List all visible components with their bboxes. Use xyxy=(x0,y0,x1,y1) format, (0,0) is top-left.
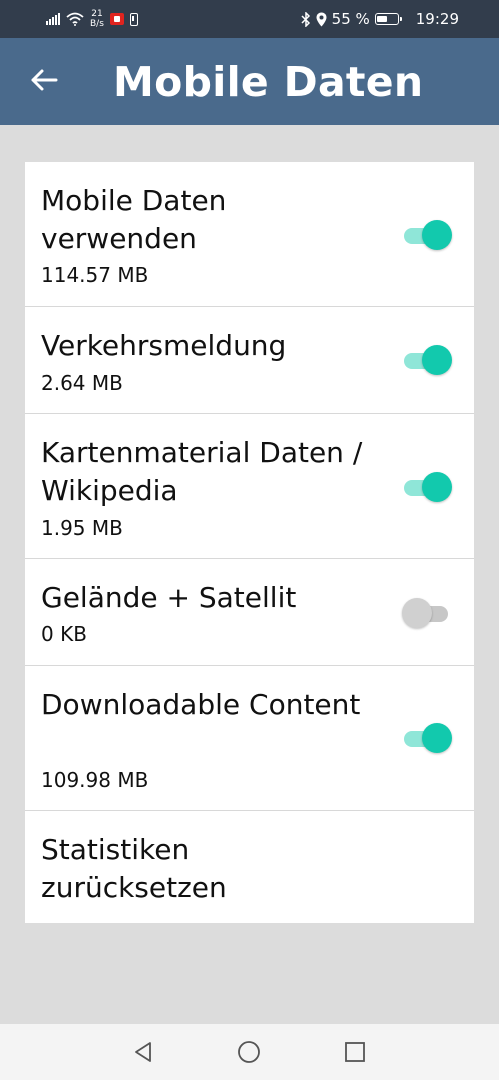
status-bar: 21 B/s 55 % 19:29 xyxy=(0,0,499,38)
setting-title: Statistiken zurücksetzen xyxy=(41,833,227,904)
toggle-knob xyxy=(422,472,452,502)
setting-row-downloadable[interactable]: Downloadable Content 109.98 MB xyxy=(25,666,474,811)
setting-subtitle: 109.98 MB xyxy=(41,768,149,792)
toggle-switch-terrain[interactable] xyxy=(402,597,454,629)
setting-subtitle: 114.57 MB xyxy=(41,263,149,287)
location-icon xyxy=(316,12,327,26)
notification-icon xyxy=(109,13,124,25)
bluetooth-icon xyxy=(301,11,310,27)
toggle-switch-traffic[interactable] xyxy=(402,344,454,376)
toggle-knob xyxy=(422,345,452,375)
setting-row-map-data[interactable]: Kartenmaterial Daten / Wikipedia 1.95 MB xyxy=(25,414,474,559)
toggle-knob xyxy=(422,723,452,753)
network-speed-value: 21 xyxy=(91,9,103,19)
setting-subtitle: 1.95 MB xyxy=(41,516,123,540)
toggle-knob xyxy=(402,598,432,628)
page-title: Mobile Daten xyxy=(113,58,424,106)
home-circle-icon xyxy=(238,1041,260,1063)
battery-icon xyxy=(374,13,402,25)
wifi-icon xyxy=(66,12,84,26)
setting-title: Gelände + Satellit xyxy=(41,581,297,614)
toggle-switch-mobile-data[interactable] xyxy=(402,219,454,251)
battery-notification-icon xyxy=(129,12,138,26)
setting-title: Mobile Daten verwenden xyxy=(41,184,227,255)
status-bar-right: 55 % 19:29 xyxy=(301,0,459,38)
setting-subtitle: 0 KB xyxy=(41,622,87,646)
app-bar: Mobile Daten xyxy=(0,38,499,125)
clock: 19:29 xyxy=(415,10,459,28)
setting-title: Downloadable Content xyxy=(41,688,361,721)
status-bar-left: 21 B/s xyxy=(46,0,138,38)
back-button[interactable] xyxy=(22,58,66,102)
settings-card: Mobile Daten verwenden 114.57 MB Verkehr… xyxy=(25,162,474,923)
network-speed-unit: B/s xyxy=(90,19,104,29)
recents-square-icon xyxy=(345,1042,365,1062)
navigation-bar xyxy=(0,1024,499,1080)
setting-row-mobile-data[interactable]: Mobile Daten verwenden 114.57 MB xyxy=(25,162,474,307)
setting-row-traffic[interactable]: Verkehrsmeldung 2.64 MB xyxy=(25,307,474,414)
setting-subtitle: 2.64 MB xyxy=(41,371,123,395)
arrow-left-icon xyxy=(31,69,58,91)
network-speed: 21 B/s xyxy=(90,9,104,29)
nav-back-button[interactable] xyxy=(127,1036,159,1068)
reset-statistics-button[interactable]: Statistiken zurücksetzen xyxy=(25,811,474,923)
nav-recents-button[interactable] xyxy=(339,1036,371,1068)
nav-home-button[interactable] xyxy=(233,1036,265,1068)
back-triangle-icon xyxy=(135,1042,151,1062)
battery-percent: 55 % xyxy=(331,10,370,28)
setting-row-terrain[interactable]: Gelände + Satellit 0 KB xyxy=(25,559,474,666)
signal-icon xyxy=(46,13,60,25)
toggle-knob xyxy=(422,220,452,250)
toggle-switch-downloadable[interactable] xyxy=(402,722,454,754)
battery-fill xyxy=(377,15,388,22)
setting-title: Kartenmaterial Daten / Wikipedia xyxy=(41,436,363,507)
setting-title: Verkehrsmeldung xyxy=(41,329,287,362)
toggle-switch-map-data[interactable] xyxy=(402,471,454,503)
